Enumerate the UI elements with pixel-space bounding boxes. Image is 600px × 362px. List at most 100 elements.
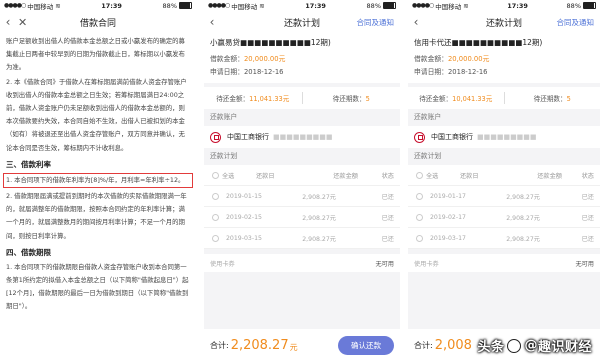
row-checkbox[interactable] <box>204 213 226 221</box>
page-title: 借款合同 <box>79 18 116 29</box>
select-all-label: 全选 <box>222 172 235 180</box>
contract-notice-link[interactable]: 合同及通知 <box>557 17 595 28</box>
row-date: 2019-01-17 <box>430 192 466 200</box>
pending-summary: 待还金额：11,041.33元 待还期数：5 <box>204 87 400 109</box>
checkbox-icon[interactable] <box>212 171 219 179</box>
status-bar: ●●●●○ 中国移动 ≋ 17:39 88% <box>408 0 600 11</box>
loan-info-card: 小赢易贷■■■■■■■■■■12期) 借款金额：20,000.00元 申请日期：… <box>204 33 400 83</box>
chevron-left-icon[interactable]: ‹ <box>204 15 220 29</box>
row-checkbox[interactable] <box>408 234 430 242</box>
pending-amount-label: 待还金额： <box>216 95 250 103</box>
repay-plan-screen-1: ●●●●○ 中国移动 ≋ 17:39 88% ‹ 还款计划 合同及通知 小赢易贷… <box>204 0 400 362</box>
pending-count-value: 5 <box>566 95 571 103</box>
row-checkbox[interactable] <box>204 192 226 200</box>
coupon-row[interactable]: 使用卡券 无可用 <box>204 254 400 272</box>
chevron-left-icon[interactable]: ‹ <box>408 15 424 29</box>
table-row[interactable]: 2019-01-15 2,908.27元 已还 <box>204 186 400 207</box>
plan-navbar: ‹ 还款计划 合同及通知 <box>408 11 600 33</box>
pending-amount-value: 11,041.33元 <box>249 95 290 103</box>
carrier-label: 中国移动 <box>231 2 258 11</box>
account-section-title: 还款账户 <box>414 113 442 121</box>
row-status: 已还 <box>581 214 594 222</box>
table-row[interactable]: 2019-02-17 2,908.27元 已还 <box>408 207 600 228</box>
row-amount: 2,908.27元 <box>302 214 336 222</box>
schedule-section-title: 还款计划 <box>210 152 238 160</box>
checkbox-icon[interactable] <box>415 234 423 242</box>
loan-amount-row: 借款金额：20,000.00元 <box>210 53 394 66</box>
total-amount: 2,008 <box>434 338 472 353</box>
table-row[interactable]: 2019-03-15 2,908.27元 已还 <box>204 228 400 249</box>
table-row[interactable]: 2019-03-17 2,908.27元 已还 <box>408 228 600 249</box>
battery-icon <box>383 2 396 9</box>
table-header: 全选 还款日 还款金额 状态 <box>204 165 400 186</box>
contract-navbar: ‹ ✕ 借款合同 <box>0 11 196 33</box>
close-icon[interactable]: ✕ <box>18 16 27 29</box>
apply-date-label: 申请日期： <box>210 68 244 76</box>
row-checkbox[interactable] <box>408 213 430 221</box>
apply-date-value: 2018-12-16 <box>447 68 488 76</box>
contract-para-3: 2. 借款期限届满或提前到期时的本次借款的实际借款期限满一年的，就届满整年的借款… <box>6 192 187 240</box>
contract-body[interactable]: 账户足额收到出借人的借款本金总额之日或小赢发布的确定的募集截止日两者中较早到的日… <box>0 33 196 314</box>
chevron-left-icon[interactable]: ‹ <box>0 15 16 29</box>
watermark-at: @ <box>524 338 538 353</box>
row-amount: 2,908.27元 <box>506 235 540 243</box>
loan-info-card: 信用卡代还■■■■■■■■■■12期) 借款金额：20,000.00元 申请日期… <box>408 33 600 83</box>
bank-account-row[interactable]: 中国工商银行 ■■■■■■■■■ <box>204 126 400 148</box>
icbc-logo-icon <box>210 131 221 143</box>
pending-count-value: 5 <box>365 95 370 103</box>
loan-amount-value: 20,000.00元 <box>243 55 286 63</box>
loan-amount-value: 20,000.00元 <box>447 55 490 63</box>
coupon-row[interactable]: 使用卡券 无可用 <box>408 254 600 272</box>
bank-masked-number: ■■■■■■■■■ <box>477 133 537 141</box>
carrier-label: 中国移动 <box>435 2 462 11</box>
status-bar: ●●●●○ 中国移动 ≋ 17:39 88% <box>0 0 196 11</box>
pending-amount-label: 待还金额： <box>419 95 453 103</box>
checkbox-icon[interactable] <box>415 213 423 221</box>
row-checkbox[interactable] <box>408 192 430 200</box>
watermark: 头条 @ 趣识财经 <box>477 336 592 355</box>
status-time: 17:39 <box>507 1 528 10</box>
watermark-logo-icon <box>507 338 522 353</box>
signal-icon: ●●●●○ <box>208 2 230 9</box>
coupon-value: 无可用 <box>375 260 394 268</box>
total-unit: 元 <box>289 342 298 352</box>
schedule-section-title: 还款计划 <box>414 152 442 160</box>
contract-notice-link[interactable]: 合同及通知 <box>357 17 395 28</box>
contract-para-2: 2. 本《借款合同》于借款人在筹标期届满前借款人资金存管账户收到出借人的借款本金… <box>6 77 187 152</box>
coupon-label: 使用卡券 <box>414 260 439 268</box>
checkbox-icon[interactable] <box>415 192 423 200</box>
apply-date-label: 申请日期： <box>414 68 448 76</box>
row-amount: 2,908.27元 <box>302 235 336 243</box>
status-time: 17:39 <box>305 1 326 10</box>
header-date: 还款日 <box>256 172 275 180</box>
repay-plan-screen-2: ●●●●○ 中国移动 ≋ 17:39 88% ‹ 还款计划 合同及通知 信用卡代… <box>408 0 600 362</box>
checkbox-icon[interactable] <box>416 171 423 179</box>
signal-icon: ●●●●○ <box>4 2 26 9</box>
select-all[interactable]: 全选 <box>408 171 460 180</box>
pending-count-label: 待还期数： <box>332 95 366 103</box>
panel-divider <box>400 0 408 362</box>
checkbox-icon[interactable] <box>211 192 219 200</box>
watermark-prefix: 头条 <box>477 340 505 355</box>
table-row[interactable]: 2019-01-17 2,908.27元 已还 <box>408 186 600 207</box>
header-amount: 还款金额 <box>333 172 358 180</box>
battery-percent: 88% <box>366 1 381 10</box>
row-status: 已还 <box>581 193 594 201</box>
checkbox-icon[interactable] <box>211 234 219 242</box>
checkbox-icon[interactable] <box>211 213 219 221</box>
row-status: 已还 <box>381 193 394 201</box>
coupon-value: 无可用 <box>575 260 594 268</box>
header-date: 还款日 <box>460 172 479 180</box>
confirm-repay-button[interactable]: 确认还款 <box>338 336 394 355</box>
contract-screen: ●●●●○ 中国移动 ≋ 17:39 88% ‹ ✕ 借款合同 账户足额收到出借… <box>0 0 196 362</box>
battery-percent: 88% <box>566 1 581 10</box>
select-all[interactable]: 全选 <box>204 171 256 180</box>
row-date: 2019-03-15 <box>226 234 262 242</box>
table-row[interactable]: 2019-02-15 2,908.27元 已还 <box>204 207 400 228</box>
bank-name: 中国工商银行 <box>431 133 473 141</box>
row-date: 2019-03-17 <box>430 234 466 242</box>
bank-account-row[interactable]: 中国工商银行 ■■■■■■■■■ <box>408 126 600 148</box>
row-checkbox[interactable] <box>204 234 226 242</box>
carrier-label: 中国移动 <box>27 2 54 11</box>
battery-icon <box>179 2 192 9</box>
